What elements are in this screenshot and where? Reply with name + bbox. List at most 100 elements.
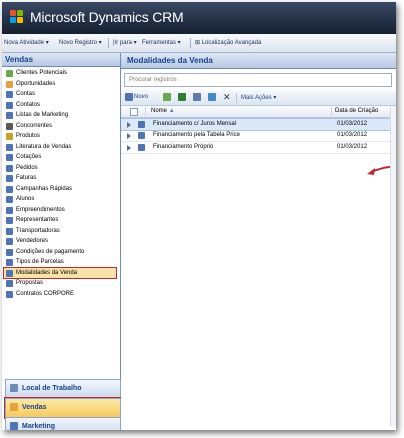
sidebar-item[interactable]: Faturas [4, 173, 116, 183]
print-button[interactable] [193, 93, 202, 102]
column-header-date[interactable]: Data de Criação [335, 108, 378, 114]
sidebar-item[interactable]: Contatos [4, 100, 116, 110]
marketing-icon [10, 422, 18, 430]
sidebar-item-label: Empreendimentos [16, 206, 65, 213]
nav-area-button[interactable]: Local de Trabalho [5, 379, 121, 399]
sidebar-item[interactable]: Listas de Marketing [4, 110, 116, 120]
toolbar-divider [236, 93, 237, 103]
menu-advanced-find[interactable]: ⊞ Localização Avançada [195, 39, 261, 46]
literature-icon [6, 143, 13, 151]
sidebar-item[interactable]: Produtos [4, 131, 116, 141]
sidebar-item-label: Clientes Potenciais [16, 70, 68, 76]
menu-go-to[interactable]: |Ir para ▾ [113, 39, 137, 46]
expand-icon[interactable] [127, 122, 131, 128]
delete-button[interactable]: ✕ [223, 92, 232, 102]
record-name[interactable]: Financiamento pela Tabela Price [153, 132, 240, 138]
sidebar-item-label: Transportadoras [16, 227, 60, 234]
sidebar-item[interactable]: Alunos [4, 194, 116, 204]
refresh-button[interactable] [208, 93, 217, 102]
menu-divider [108, 38, 109, 48]
nav-area-button[interactable]: Marketing [5, 417, 121, 430]
more-actions-button[interactable]: Mais Ações ▾ [241, 94, 276, 101]
select-all-checkbox[interactable] [130, 108, 138, 116]
entity-icon [6, 290, 13, 298]
page-title: Modalidades da Venda [127, 56, 213, 65]
sidebar-item[interactable]: Oportunidades [4, 79, 116, 89]
record-icon [138, 144, 145, 151]
menu-divider [190, 38, 191, 48]
expand-icon[interactable] [127, 133, 131, 139]
main-pane: Modalidades da Venda Procurar registros … [121, 53, 396, 430]
search-input[interactable]: Procurar registros [124, 73, 392, 87]
sidebar-item-label: Produtos [16, 133, 41, 139]
sidebar-item[interactable]: Modalidades da Venda [3, 266, 117, 279]
sidebar-item-label: Pedidos [16, 164, 38, 171]
sidebar-item-label: Propostas [16, 280, 44, 286]
menu-tools[interactable]: Ferramentas ▾ [142, 39, 181, 46]
menu-new-record[interactable]: Novo Registro ▾ [59, 39, 102, 46]
column-header-name[interactable]: Nome ▲ [151, 108, 175, 114]
entity-icon [6, 196, 13, 203]
expand-icon[interactable] [127, 145, 131, 151]
crm-window: Microsoft Dynamics CRM Nova Atividade ▾ … [2, 2, 396, 430]
contact-icon [6, 101, 13, 109]
sidebar-item[interactable]: Cotações [4, 152, 116, 162]
assign-button[interactable] [163, 93, 172, 102]
sidebar-item[interactable]: Representantes [4, 215, 116, 225]
sidebar-item-label: Condições de pagamento [16, 248, 85, 255]
sidebar-item-label: Vendedores [16, 238, 49, 244]
list-icon [6, 112, 13, 119]
sidebar-item-label: Contratos CORPORE [16, 290, 75, 297]
sidebar-item-label: Tipos de Parcelas [16, 259, 64, 265]
entity-icon [6, 206, 13, 214]
entity-icon [6, 217, 13, 224]
entity-icon [6, 227, 13, 235]
entity-icon [6, 259, 13, 266]
new-record-icon [125, 93, 133, 101]
record-name[interactable]: Financiamento c/ Juros Mensal [153, 121, 236, 127]
sort-ascending-icon: ▲ [168, 108, 175, 114]
sidebar-item[interactable]: Contratos CORPORE [4, 289, 116, 299]
export-excel-button[interactable] [178, 93, 187, 102]
nav-header: Vendas [2, 53, 120, 67]
sidebar-item[interactable]: Campanhas Rápidas [4, 184, 116, 194]
competitor-icon [6, 122, 13, 130]
sidebar-item[interactable]: Transportadoras [4, 226, 116, 236]
sidebar-item[interactable]: Condições de pagamento [4, 247, 116, 257]
entity-icon [6, 248, 13, 256]
quote-icon [6, 154, 13, 161]
sidebar-item[interactable]: Propostas [4, 278, 116, 288]
sidebar-item-label: Alunos [16, 196, 35, 202]
column-divider [145, 107, 146, 116]
nav-area-label: Vendas [22, 404, 47, 411]
sidebar-item[interactable]: Concorrentes [4, 121, 116, 131]
sidebar-item[interactable]: Tipos de Parcelas [4, 257, 116, 267]
record-name[interactable]: Financiamento Próprio [153, 144, 213, 150]
sidebar-item[interactable]: Pedidos [4, 163, 116, 173]
new-button[interactable]: Novo [125, 93, 149, 102]
sidebar-item[interactable]: Literatura de Vendas [4, 142, 116, 152]
record-date: 01/03/2012 [337, 121, 368, 127]
sidebar-item[interactable]: Contas [4, 89, 116, 99]
title-bar: Microsoft Dynamics CRM [2, 2, 396, 34]
nav-area-button[interactable]: Vendas [4, 397, 122, 419]
sidebar-item[interactable]: Clientes Potenciais [4, 68, 116, 78]
delete-icon: ✕ [223, 92, 231, 102]
menu-new-activity[interactable]: Nova Atividade ▾ [4, 39, 49, 46]
sidebar-item-label: Campanhas Rápidas [16, 185, 73, 192]
column-divider [331, 107, 332, 116]
sidebar-item-label: Contas [16, 91, 36, 97]
sidebar-item[interactable]: Vendedores [4, 236, 116, 246]
table-row[interactable]: Financiamento Próprio 01/03/2012 [121, 142, 396, 154]
nav-area-label: Marketing [22, 423, 56, 430]
menu-bar: Nova Atividade ▾ Novo Registro ▾ |Ir par… [2, 34, 396, 53]
refresh-icon [208, 93, 216, 101]
entity-icon [6, 238, 13, 245]
table-row[interactable]: Financiamento pela Tabela Price 01/03/201… [121, 130, 396, 142]
grid-scrollbar[interactable] [390, 106, 396, 426]
sidebar-item-label: Representantes [16, 217, 59, 223]
sidebar-item[interactable]: Empreendimentos [4, 205, 116, 215]
sidebar-item-label: Concorrentes [16, 122, 53, 129]
opportunity-icon [6, 80, 13, 88]
record-date: 01/03/2012 [337, 144, 368, 150]
